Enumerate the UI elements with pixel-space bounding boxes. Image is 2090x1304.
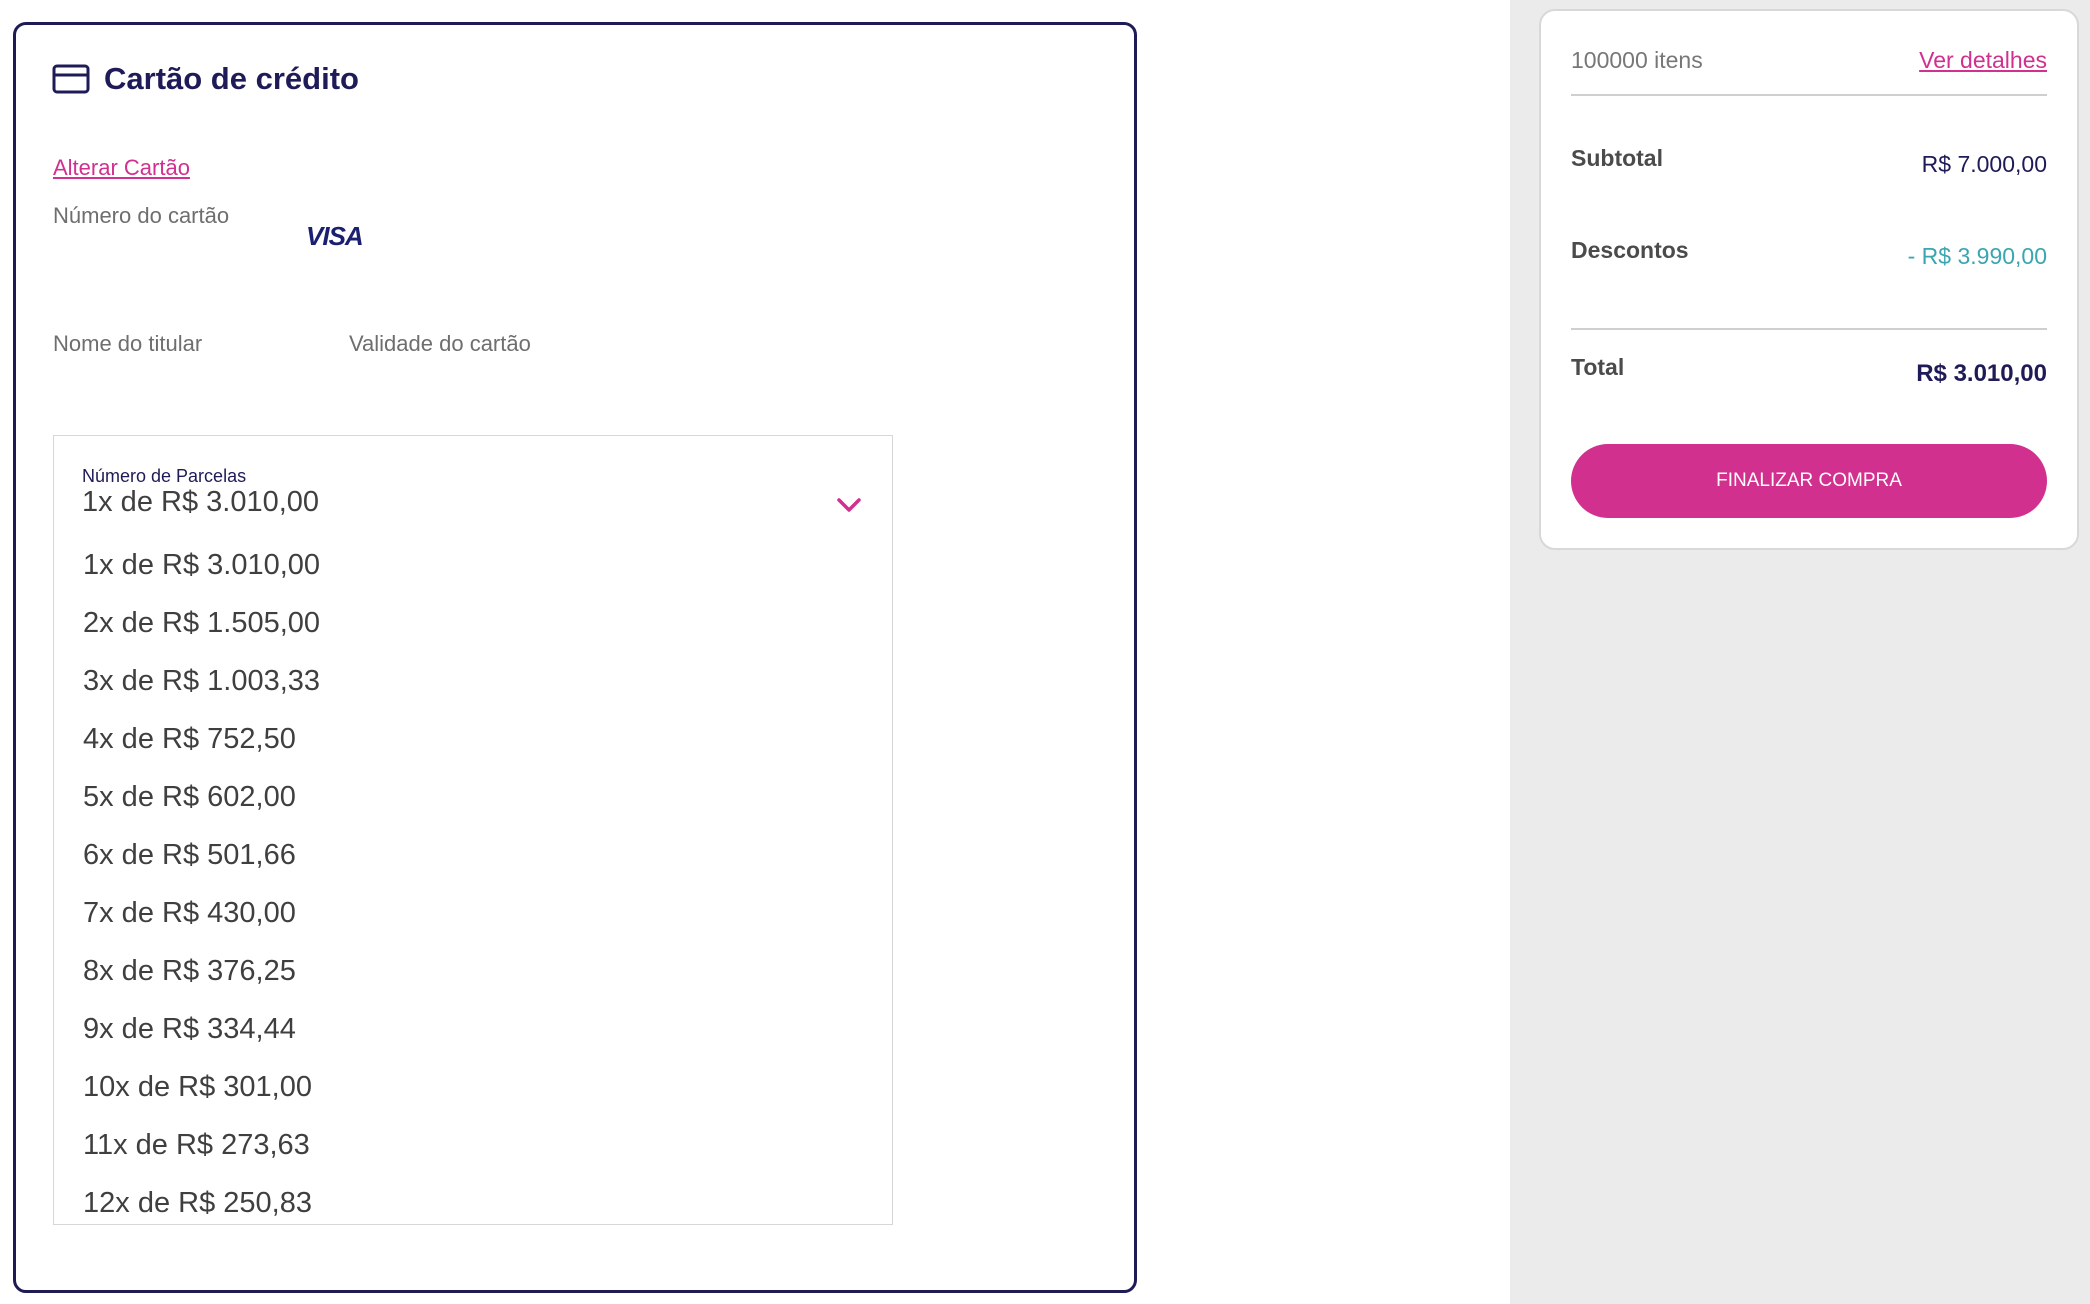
credit-card-icon [52,64,90,94]
installment-option[interactable]: 10x de R$ 301,00 [54,1058,892,1116]
total-value: R$ 3.010,00 [1916,360,2047,387]
installments-label: Número de Parcelas [82,466,247,486]
chevron-down-icon[interactable] [836,496,862,514]
credit-card-panel: Cartão de crédito Alterar Cartão Número … [13,22,1137,1293]
panel-title: Cartão de crédito [104,61,359,96]
subtotal-value: R$ 7.000,00 [1921,151,2047,177]
card-expiry-label: Validade do cartão [349,331,531,356]
installment-option[interactable]: 1x de R$ 3.010,00 [54,536,892,594]
installment-option[interactable]: 5x de R$ 602,00 [54,768,892,826]
total-label: Total [1571,354,1625,380]
subtotal-label: Subtotal [1571,145,1663,171]
installment-option[interactable]: 6x de R$ 501,66 [54,826,892,884]
discount-value: - R$ 3.990,00 [1907,243,2047,269]
items-count: 100000 itens [1571,47,1703,73]
details-link[interactable]: Ver detalhes [1919,47,2047,74]
discount-label: Descontos [1571,237,1689,263]
installment-option[interactable]: 3x de R$ 1.003,33 [54,652,892,710]
visa-logo: VISA [306,221,364,251]
card-number-label: Número do cartão [53,203,230,228]
panel-header: Cartão de crédito [52,61,359,97]
change-card-link[interactable]: Alterar Cartão [53,155,190,181]
divider [1571,94,2047,96]
divider [1571,328,2047,330]
installment-option[interactable]: 2x de R$ 1.505,00 [54,594,892,652]
order-summary-card: 100000 itens Ver detalhes Subtotal R$ 7.… [1539,9,2079,550]
installments-select[interactable]: Número de Parcelas 1x de R$ 3.010,00 1x … [53,435,893,1225]
installment-option[interactable]: 9x de R$ 334,44 [54,1000,892,1058]
installment-option[interactable]: 12x de R$ 250,83 [54,1174,892,1232]
installment-option[interactable]: 4x de R$ 752,50 [54,710,892,768]
installments-selected-value[interactable]: 1x de R$ 3.010,00 [82,486,319,519]
installments-options-list: 1x de R$ 3.010,00 2x de R$ 1.505,00 3x d… [54,536,892,1232]
installment-option[interactable]: 11x de R$ 273,63 [54,1116,892,1174]
holder-name-label: Nome do titular [53,331,203,356]
installment-option[interactable]: 7x de R$ 430,00 [54,884,892,942]
checkout-button[interactable]: FINALIZAR COMPRA [1571,444,2047,518]
installment-option[interactable]: 8x de R$ 376,25 [54,942,892,1000]
